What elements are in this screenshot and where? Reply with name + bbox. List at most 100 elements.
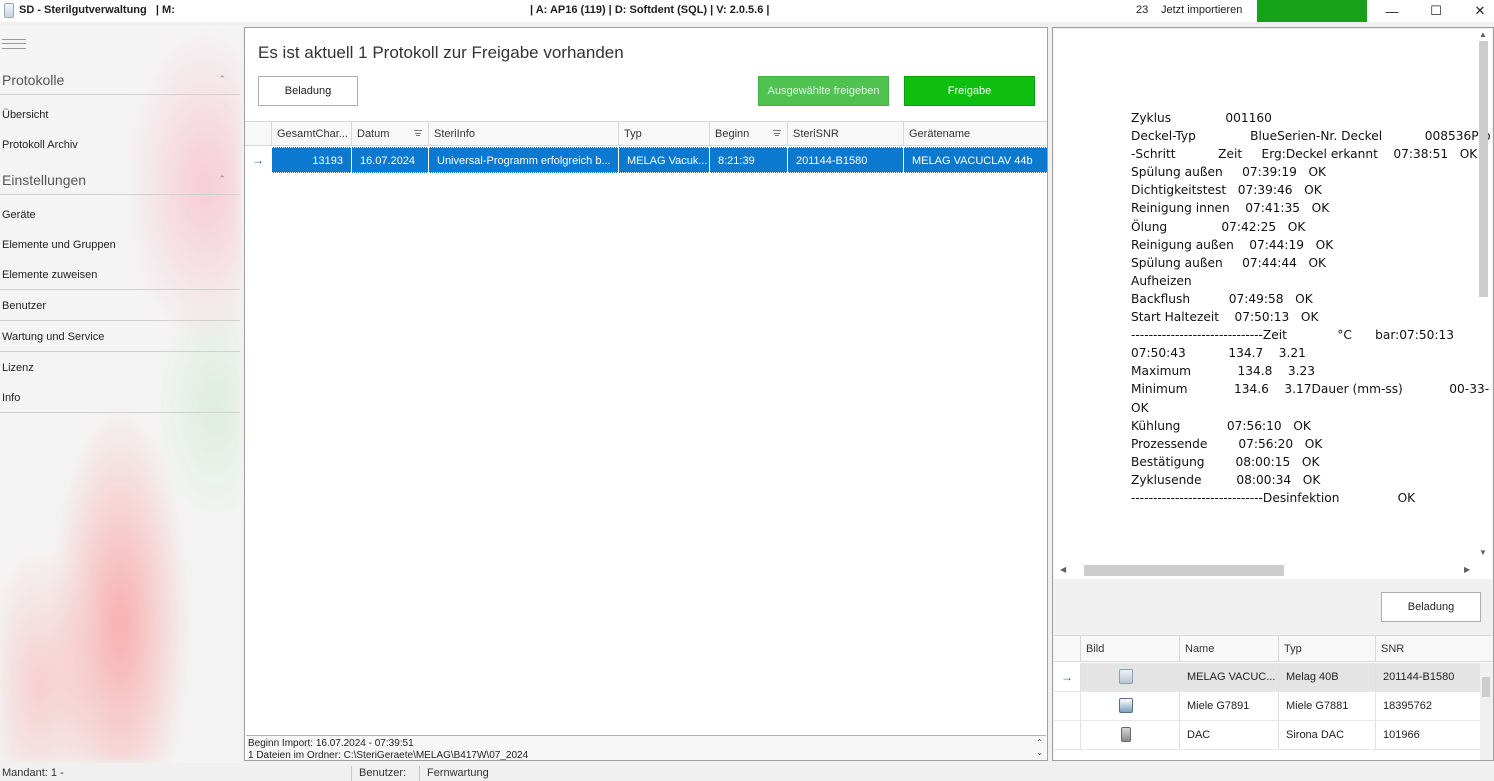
sort-icon[interactable]: [414, 130, 422, 137]
sidebar-item-elemente-zuweisen[interactable]: Elemente zuweisen: [0, 260, 240, 290]
report-line: 07:50:43 134.7 3.21: [1131, 346, 1306, 361]
sidebar-item-uebersicht[interactable]: Übersicht: [0, 100, 240, 130]
cell-name[interactable]: DAC: [1179, 721, 1278, 749]
cell-gesamtcharge[interactable]: 13193: [271, 147, 351, 173]
cell-bild[interactable]: [1080, 692, 1179, 720]
import-now-link[interactable]: Jetzt importieren: [1161, 4, 1242, 16]
cell-sterisnr[interactable]: 201144-B1580: [787, 147, 903, 173]
column-header-sterisnr[interactable]: SteriSNR: [787, 122, 903, 146]
log-line: Beginn Import: 16.07.2024 - 07:39:51: [248, 738, 414, 749]
cell-name[interactable]: MELAG VACUC...: [1179, 663, 1278, 691]
scroll-thumb[interactable]: [1479, 41, 1488, 297]
report-line: Maximum 134.8 3.23: [1131, 364, 1316, 379]
cell-bild[interactable]: [1080, 721, 1179, 749]
log-scrollbar[interactable]: ⌃ ⌄: [1036, 738, 1043, 758]
report-line: Aufheizen: [1131, 273, 1192, 288]
report-line: Ölung 07:42:25 OK: [1131, 219, 1306, 234]
hamburger-menu-icon[interactable]: [2, 39, 26, 49]
page-title: Es ist aktuell 1 Protokoll zur Freigabe …: [258, 43, 624, 62]
device-grid-scrollbar[interactable]: [1480, 663, 1492, 760]
protocol-report[interactable]: Zyklus 001160 Deckel-Typ BlueSerien-Nr. D…: [1054, 29, 1492, 579]
scroll-thumb[interactable]: [1482, 677, 1490, 697]
sidebar-item-elemente-gruppen[interactable]: Elemente und Gruppen: [0, 230, 240, 260]
scroll-up-icon[interactable]: ⌃: [1036, 738, 1043, 748]
report-line: Spülung außen 07:44:44 OK: [1131, 255, 1327, 270]
section-einstellungen[interactable]: Einstellungen ⌃: [0, 165, 240, 195]
beladung-detail-button[interactable]: Beladung: [1381, 592, 1481, 622]
column-header-bild[interactable]: Bild: [1080, 636, 1179, 662]
scroll-right-icon[interactable]: ▶: [1464, 565, 1470, 574]
cell-datum[interactable]: 16.07.2024: [351, 147, 428, 173]
cell-typ[interactable]: Sirona DAC: [1278, 721, 1375, 749]
detail-panel: Zyklus 001160 Deckel-Typ BlueSerien-Nr. D…: [1052, 27, 1494, 761]
column-header-typ[interactable]: Typ: [618, 122, 709, 146]
status-fernwartung[interactable]: Fernwartung: [427, 767, 489, 779]
divider: [351, 766, 352, 781]
column-header-beginn[interactable]: Beginn: [709, 122, 787, 146]
cell-typ[interactable]: Miele G7881: [1278, 692, 1375, 720]
cell-snr[interactable]: 101966: [1375, 721, 1480, 749]
column-header-steriinfo[interactable]: SteriInfo: [428, 122, 618, 146]
column-header-name[interactable]: Name: [1179, 636, 1278, 662]
minimize-button[interactable]: —: [1369, 0, 1415, 22]
scroll-thumb[interactable]: [1084, 565, 1284, 576]
maximize-button[interactable]: ☐: [1413, 0, 1459, 22]
beladung-button[interactable]: Beladung: [258, 76, 358, 106]
release-selected-button[interactable]: Ausgewählte freigeben: [758, 76, 889, 106]
section-protokolle[interactable]: Protokolle ⌃: [0, 65, 240, 95]
cell-snr[interactable]: 18395762: [1375, 692, 1480, 720]
report-line: Prozessende 07:56:20 OK: [1131, 436, 1323, 451]
app-title: SD - Sterilgutverwaltung | M:: [19, 4, 175, 16]
washer-icon: [1119, 698, 1133, 713]
cell-geraetename[interactable]: MELAG VACUCLAV 44b: [903, 147, 1047, 173]
sidebar-item-protokoll-archiv[interactable]: Protokoll Archiv: [0, 130, 240, 160]
cell-name[interactable]: Miele G7891: [1179, 692, 1278, 720]
cell-beginn[interactable]: 8:21:39: [709, 147, 787, 173]
column-header-geraetename[interactable]: Gerätename: [903, 122, 1047, 146]
autoclave-icon: [1119, 669, 1133, 684]
sidebar-item-benutzer[interactable]: Benutzer: [0, 291, 240, 321]
collapse-caret-icon[interactable]: ⌃: [218, 74, 226, 85]
release-button[interactable]: Freigabe: [904, 76, 1035, 106]
scroll-down-icon[interactable]: ⌄: [1036, 748, 1043, 758]
column-header-gesamtcharge[interactable]: GesamtChar...: [271, 122, 351, 146]
report-line: Deckel-Typ BlueSerien-Nr. Deckel 008536P…: [1131, 129, 1491, 144]
cell-snr[interactable]: 201144-B1580: [1375, 663, 1480, 691]
device-row[interactable]: Miele G7891 Miele G7881 18395762: [1054, 692, 1480, 721]
collapse-caret-icon[interactable]: ⌃: [218, 174, 226, 185]
close-button[interactable]: ✕: [1457, 0, 1494, 22]
table-row[interactable]: → 13193 16.07.2024 Universal-Programm er…: [245, 147, 1047, 173]
report-line: Backflush 07:49:58 OK: [1131, 291, 1313, 306]
release-panel: Es ist aktuell 1 Protokoll zur Freigabe …: [244, 27, 1048, 761]
sidebar-item-lizenz[interactable]: Lizenz: [0, 353, 240, 383]
device-row[interactable]: → MELAG VACUC... Melag 40B 201144-B1580: [1054, 663, 1480, 692]
scroll-up-icon[interactable]: ▲: [1479, 30, 1487, 39]
sidebar-item-info[interactable]: Info: [0, 383, 240, 413]
report-line: Zyklus 001160: [1131, 111, 1272, 125]
cell-bild[interactable]: [1080, 663, 1179, 691]
cell-steriinfo[interactable]: Universal-Programm erfolgreich b...: [428, 147, 618, 173]
device-row[interactable]: DAC Sirona DAC 101966: [1054, 721, 1480, 750]
report-line: Dichtigkeitstest 07:39:46 OK: [1131, 183, 1322, 198]
report-horizontal-scrollbar[interactable]: ◀ ▶: [1054, 562, 1474, 578]
column-header-datum[interactable]: Datum: [351, 122, 428, 146]
column-header-snr[interactable]: SNR: [1375, 636, 1480, 662]
sidebar-item-geraete[interactable]: Geräte: [0, 200, 240, 230]
status-green-block[interactable]: [1257, 0, 1367, 22]
cell-typ[interactable]: Melag 40B: [1278, 663, 1375, 691]
sidebar-item-label: Info: [2, 392, 21, 404]
divider: [0, 351, 240, 352]
column-header-typ[interactable]: Typ: [1278, 636, 1375, 662]
import-count: 23: [1136, 4, 1149, 16]
status-mandant: Mandant: 1 -: [2, 767, 64, 779]
cell-typ[interactable]: MELAG Vacuk...: [618, 147, 709, 173]
scroll-down-icon[interactable]: ▼: [1479, 548, 1487, 557]
sidebar-item-wartung-service[interactable]: Wartung und Service: [0, 322, 240, 352]
section-einstellungen-label: Einstellungen: [2, 172, 87, 188]
scroll-left-icon[interactable]: ◀: [1060, 565, 1066, 574]
report-line: Start Haltezeit 07:50:13 OK: [1131, 310, 1319, 325]
minimize-icon: —: [1385, 3, 1399, 19]
sort-icon[interactable]: [773, 130, 781, 137]
import-log[interactable]: Beginn Import: 16.07.2024 - 07:39:51 1 D…: [246, 735, 1046, 760]
report-vertical-scrollbar[interactable]: ▲ ▼: [1476, 30, 1490, 561]
